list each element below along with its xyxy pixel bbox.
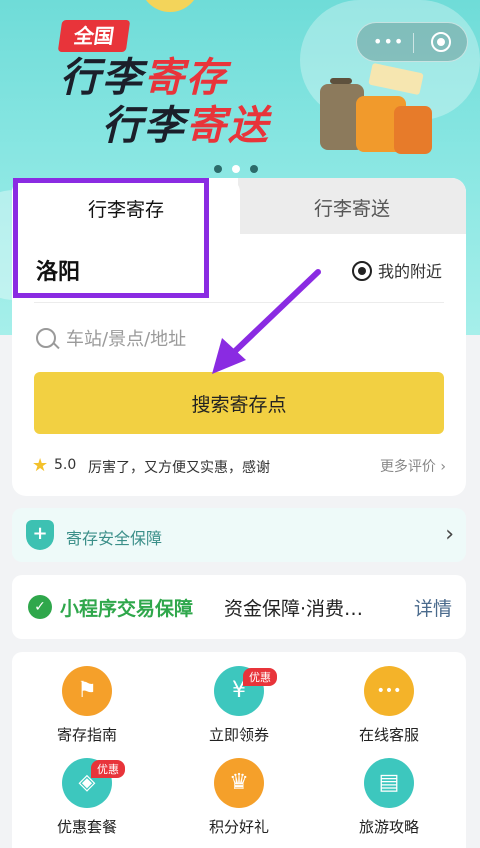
annotation-arrow	[212, 269, 321, 374]
